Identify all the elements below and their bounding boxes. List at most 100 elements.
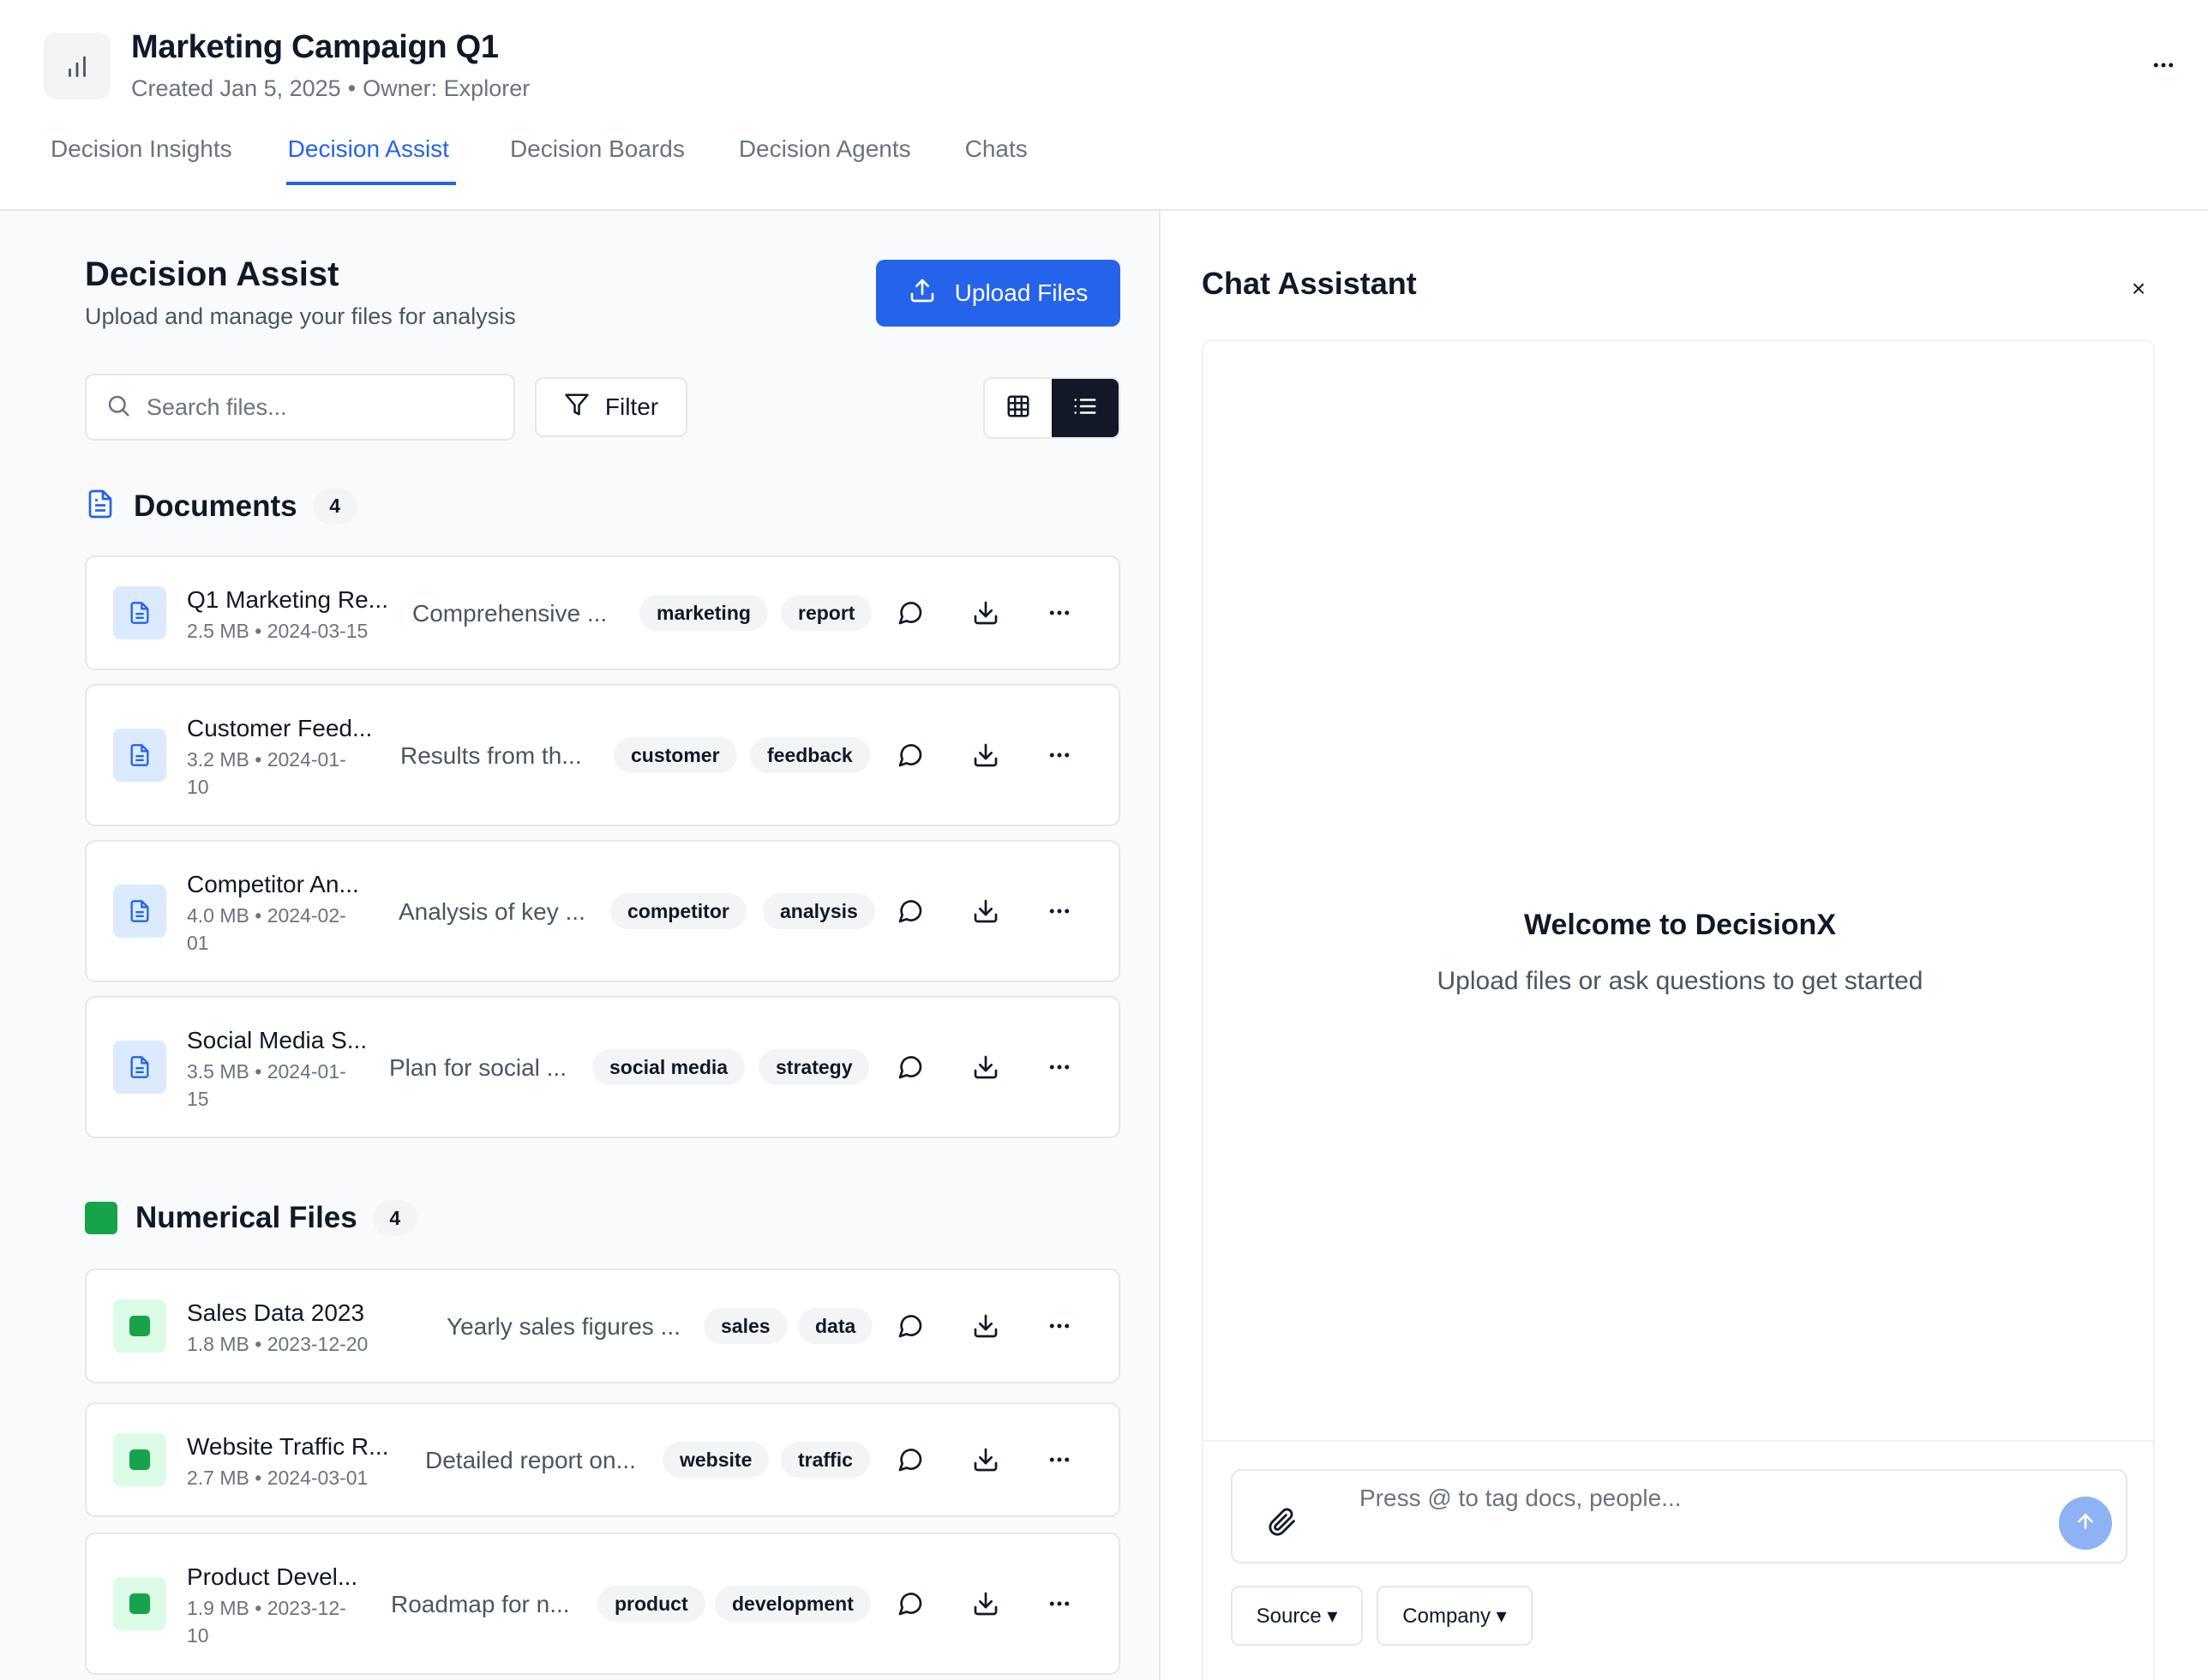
file-tag: traffic <box>781 1442 870 1478</box>
chat-bubble-icon[interactable] <box>891 1584 930 1623</box>
view-toggle <box>983 377 1120 439</box>
file-card[interactable]: Website Traffic R... 2.7 MB • 2024-03-01… <box>85 1402 1120 1517</box>
file-card[interactable]: Competitor An... 4.0 MB • 2024-02- 01 An… <box>85 840 1120 982</box>
download-icon[interactable] <box>966 1584 1005 1623</box>
file-tag: product <box>597 1586 705 1622</box>
file-meta: 1.8 MB • 2023-12-20 <box>187 1333 369 1355</box>
chat-bubble-icon[interactable] <box>891 1047 930 1087</box>
panel-title: Decision Assist <box>85 255 339 293</box>
file-tag: competitor <box>610 893 747 929</box>
chat-input-box <box>1231 1469 2127 1563</box>
search-box <box>85 374 515 441</box>
filter-button[interactable]: Filter <box>535 377 687 437</box>
document-icon <box>113 729 166 782</box>
chat-bubble-icon[interactable] <box>891 593 930 633</box>
documents-section-header: Documents 4 <box>85 487 357 525</box>
list-icon <box>1072 393 1098 423</box>
tab-decision-assist[interactable]: Decision Assist <box>285 135 456 185</box>
upload-files-label: Upload Files <box>954 279 1089 306</box>
tab-bar: Decision Insights Decision Assist Decisi… <box>51 135 1082 185</box>
file-tag: sales <box>704 1308 788 1344</box>
more-horizontal-icon[interactable] <box>1040 1440 1079 1479</box>
download-icon[interactable] <box>966 1047 1005 1087</box>
more-horizontal-icon[interactable] <box>1040 1584 1079 1623</box>
search-input[interactable] <box>147 393 472 421</box>
documents-section-title: Documents <box>134 489 297 523</box>
chat-bubble-icon[interactable] <box>891 891 930 931</box>
created-date: Created Jan 5, 2025 <box>131 75 341 101</box>
numerical-section-title: Numerical Files <box>135 1201 357 1234</box>
chat-bubble-icon[interactable] <box>891 1306 930 1346</box>
file-meta: 10 <box>187 1624 209 1647</box>
file-meta: 3.2 MB • 2024-01- <box>187 748 346 771</box>
more-horizontal-icon[interactable] <box>1040 593 1079 633</box>
bar-chart-icon <box>44 33 111 99</box>
file-card[interactable]: Social Media S... 3.5 MB • 2024-01- 15 P… <box>85 996 1120 1138</box>
file-meta: 01 <box>187 932 209 954</box>
file-card[interactable]: Product Devel... 1.9 MB • 2023-12- 10 Ro… <box>85 1533 1120 1675</box>
grid-view-button[interactable] <box>985 379 1052 437</box>
download-icon[interactable] <box>966 735 1005 775</box>
tab-decision-insights[interactable]: Decision Insights <box>51 135 232 185</box>
file-meta: 15 <box>187 1088 209 1110</box>
file-name: Website Traffic R... <box>187 1433 389 1460</box>
file-tag: feedback <box>750 737 870 773</box>
files-panel: Decision Assist Upload and manage your f… <box>0 211 1161 1680</box>
arrow-up-icon <box>2074 1510 2097 1537</box>
documents-count-badge: 4 <box>312 488 357 525</box>
send-button[interactable] <box>2059 1497 2112 1550</box>
panel-subtitle: Upload and manage your files for analysi… <box>85 303 516 329</box>
file-card[interactable]: Sales Data 2023 1.8 MB • 2023-12-20 Year… <box>85 1269 1120 1383</box>
chat-composer: Source ▾ Company ▾ <box>1203 1440 2153 1680</box>
file-tag: social media <box>592 1049 746 1085</box>
list-view-button[interactable] <box>1052 379 1119 437</box>
file-tag: report <box>781 595 873 631</box>
filter-icon <box>564 392 590 423</box>
more-horizontal-icon[interactable] <box>1040 1306 1079 1346</box>
close-icon[interactable]: × <box>2117 267 2160 310</box>
more-horizontal-icon[interactable] <box>2146 48 2181 82</box>
file-meta: 2.7 MB • 2024-03-01 <box>187 1467 369 1489</box>
tab-chats[interactable]: Chats <box>965 135 1028 185</box>
search-icon <box>105 393 131 423</box>
chat-bubble-icon[interactable] <box>891 1440 930 1479</box>
grid-icon <box>1005 393 1031 423</box>
file-description: Analysis of key ... <box>399 898 585 925</box>
file-tag: customer <box>614 737 737 773</box>
more-horizontal-icon[interactable] <box>1040 891 1079 931</box>
spreadsheet-icon <box>113 1577 166 1630</box>
chat-conversation: Welcome to DecisionX Upload files or ask… <box>1202 339 2155 1680</box>
file-description: Comprehensive ... <box>412 600 608 627</box>
file-name: Customer Feed... <box>187 715 373 741</box>
project-title: Marketing Campaign Q1 <box>131 29 499 65</box>
file-meta: 4.0 MB • 2024-02- <box>187 904 346 927</box>
project-meta: Created Jan 5, 2025 • Owner: Explorer <box>131 75 530 102</box>
download-icon[interactable] <box>966 1306 1005 1346</box>
chat-message-input[interactable] <box>1359 1485 2028 1536</box>
project-header: Marketing Campaign Q1 Created Jan 5, 202… <box>0 0 2208 211</box>
file-tag: marketing <box>639 595 768 631</box>
tab-decision-boards[interactable]: Decision Boards <box>510 135 685 185</box>
download-icon[interactable] <box>966 1440 1005 1479</box>
numerical-section-header: Numerical Files 4 <box>85 1200 417 1236</box>
file-tag: data <box>798 1308 873 1344</box>
chat-bubble-icon[interactable] <box>891 735 930 775</box>
document-icon <box>113 1041 166 1094</box>
download-icon[interactable] <box>966 593 1005 633</box>
upload-files-button[interactable]: Upload Files <box>876 260 1120 327</box>
tab-decision-agents[interactable]: Decision Agents <box>739 135 911 185</box>
welcome-subtitle: Upload files or ask questions to get sta… <box>1437 967 1923 995</box>
company-dropdown[interactable]: Company ▾ <box>1377 1586 1533 1646</box>
file-description: Plan for social ... <box>389 1054 567 1081</box>
download-icon[interactable] <box>966 891 1005 931</box>
file-meta: 3.5 MB • 2024-01- <box>187 1060 346 1083</box>
source-dropdown[interactable]: Source ▾ <box>1231 1586 1363 1646</box>
file-name: Q1 Marketing Re... <box>187 586 388 613</box>
paperclip-icon[interactable] <box>1263 1503 1301 1541</box>
file-card[interactable]: Customer Feed... 3.2 MB • 2024-01- 10 Re… <box>85 684 1120 826</box>
file-tag: analysis <box>763 893 875 929</box>
more-horizontal-icon[interactable] <box>1040 735 1079 775</box>
file-tag: development <box>715 1586 871 1622</box>
more-horizontal-icon[interactable] <box>1040 1047 1079 1087</box>
file-card[interactable]: Q1 Marketing Re... 2.5 MB • 2024-03-15 C… <box>85 555 1120 670</box>
